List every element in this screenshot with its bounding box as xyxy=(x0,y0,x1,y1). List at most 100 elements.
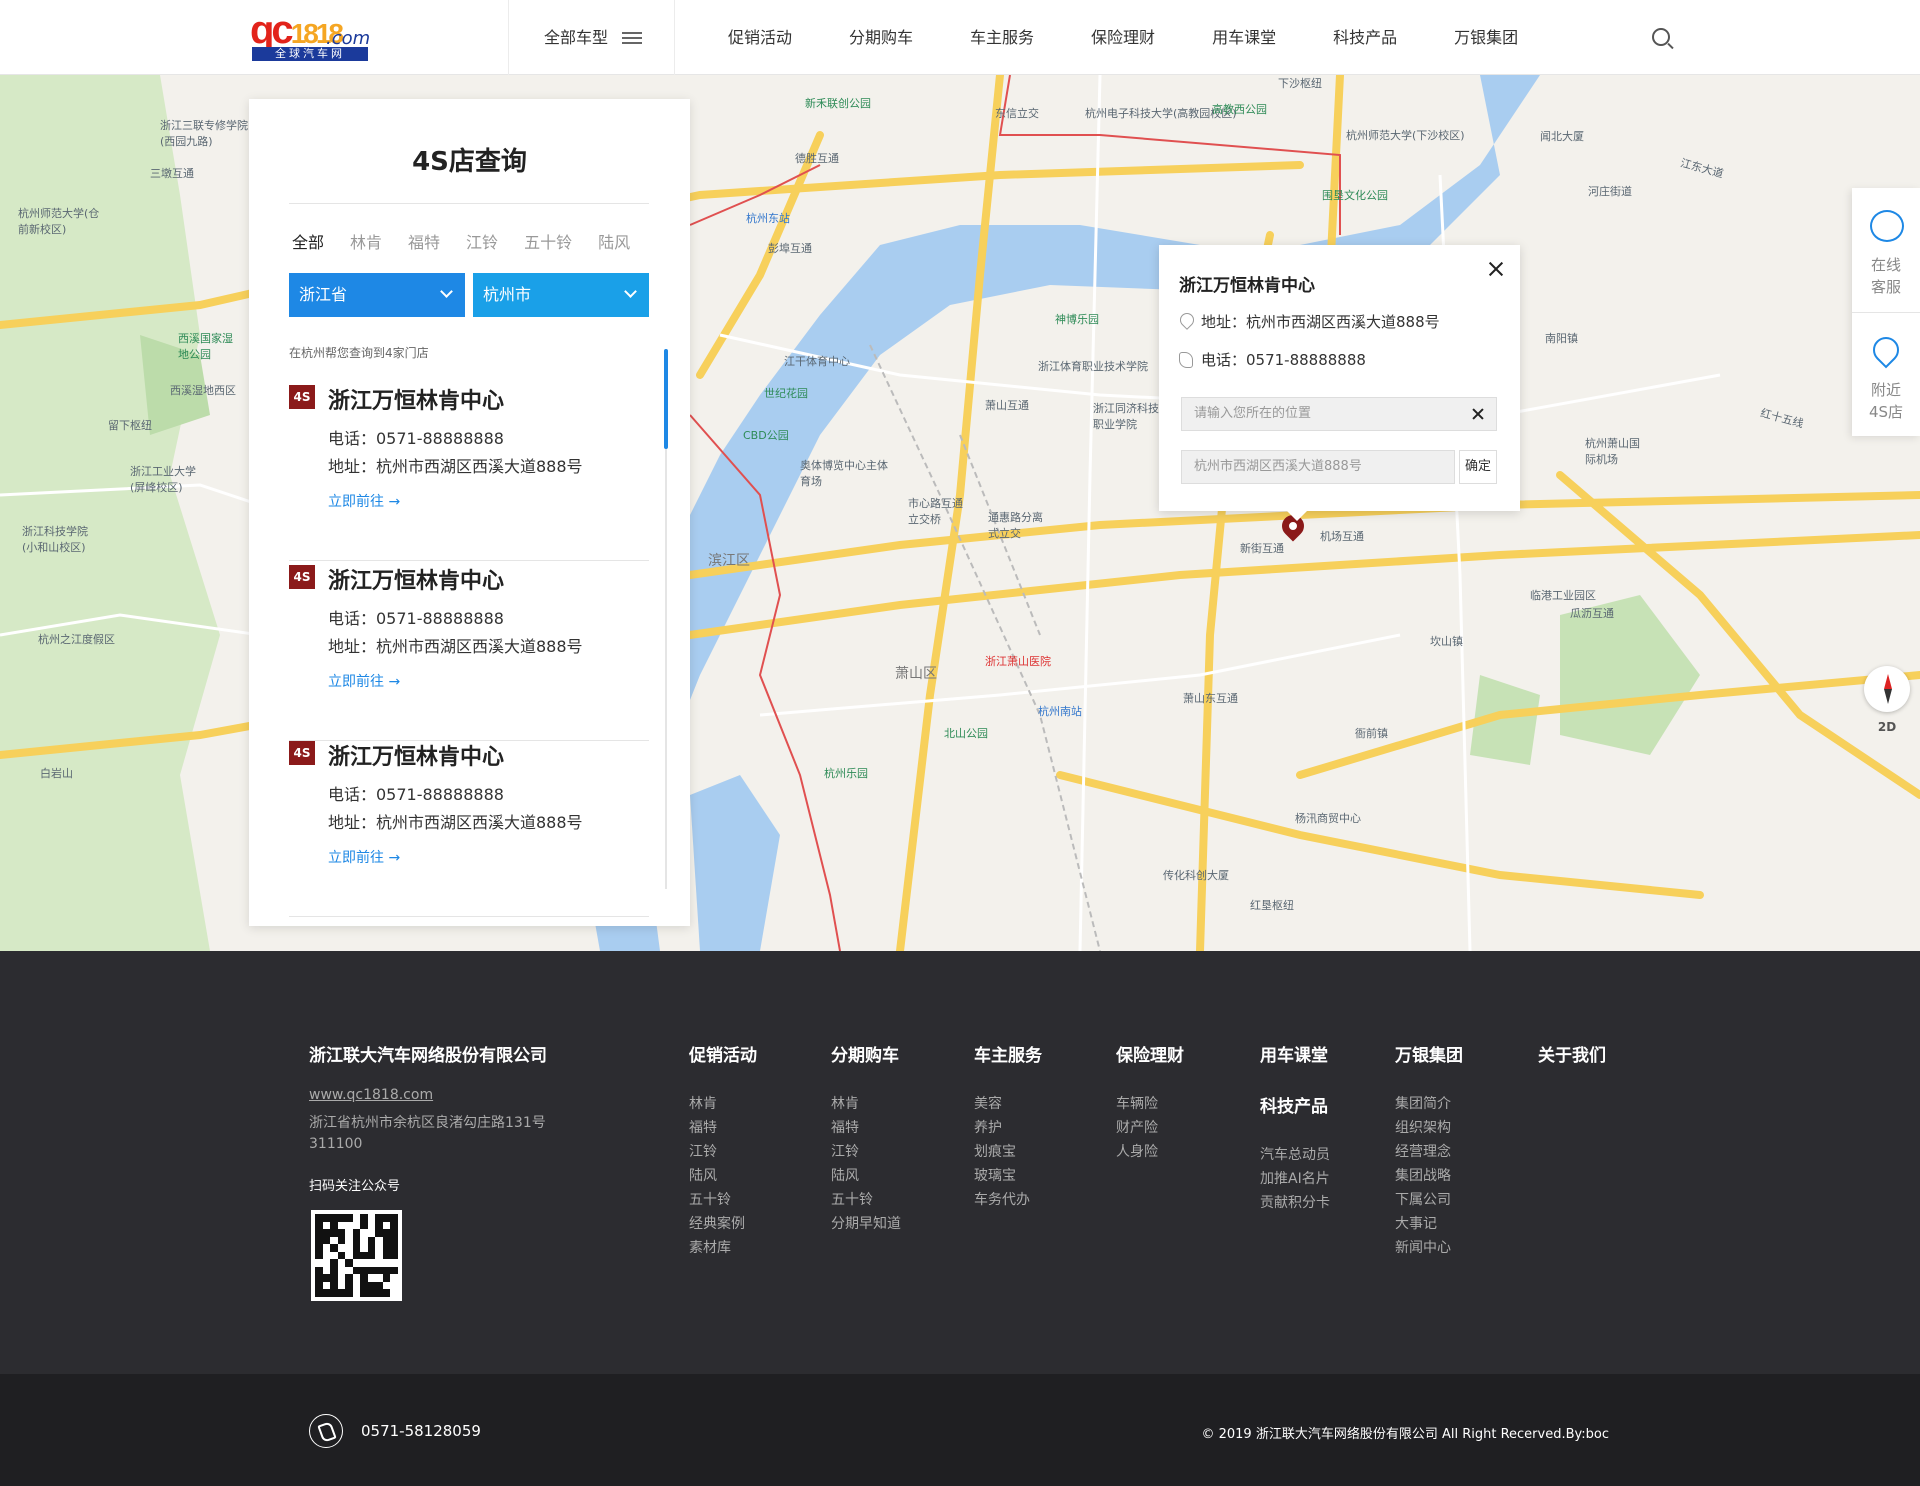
qr-module xyxy=(315,1266,323,1275)
footer-link[interactable]: 五十铃 xyxy=(689,1188,757,1212)
footer-link[interactable]: 经营理念 xyxy=(1395,1140,1463,1164)
qr-module xyxy=(315,1259,323,1267)
map-label: 西溪国家湿地公园 xyxy=(178,332,233,361)
footer-link[interactable]: 贡献积分卡 xyxy=(1260,1191,1330,1215)
footer-link[interactable]: 素材库 xyxy=(689,1236,757,1260)
nav-tech-products[interactable]: 科技产品 xyxy=(1333,0,1397,75)
footer-col-title: 车主服务 xyxy=(974,1046,1042,1066)
footer-link[interactable]: 大事记 xyxy=(1395,1212,1463,1236)
service-label-2: 客服 xyxy=(1870,278,1901,296)
city-select[interactable]: 杭州市 xyxy=(473,273,649,317)
4s-badge: 4S xyxy=(289,385,315,409)
footer-link[interactable]: 分期早知道 xyxy=(831,1212,901,1236)
clear-icon[interactable] xyxy=(1472,408,1484,420)
confirm-button[interactable]: 确定 xyxy=(1459,450,1497,484)
city-value: 杭州市 xyxy=(483,285,532,304)
footer-link[interactable]: 养护 xyxy=(974,1116,1042,1140)
footer-link[interactable]: 集团战略 xyxy=(1395,1164,1463,1188)
location-input[interactable]: 请输入您所在的位置 xyxy=(1181,397,1497,431)
qr-module xyxy=(367,1244,376,1252)
footer-link[interactable]: 车务代办 xyxy=(974,1188,1042,1212)
qr-module xyxy=(352,1236,361,1245)
nearby-4s-button[interactable]: 附近 4S店 xyxy=(1852,312,1920,436)
footer-link[interactable]: 组织架构 xyxy=(1395,1116,1463,1140)
map-label: 世纪花园 xyxy=(764,387,808,400)
footer-link[interactable]: 汽车总动员 xyxy=(1260,1143,1330,1167)
qr-module xyxy=(330,1266,338,1275)
footer-link[interactable]: 林肯 xyxy=(831,1092,901,1116)
footer-link[interactable]: 林肯 xyxy=(689,1092,757,1116)
qr-module xyxy=(390,1229,398,1237)
footer-link[interactable]: 福特 xyxy=(689,1116,757,1140)
footer-link[interactable]: 江铃 xyxy=(831,1140,901,1164)
brand-tab-lincoln[interactable]: 林肯 xyxy=(350,229,382,253)
qr-module xyxy=(337,1229,346,1237)
site-logo[interactable]: qc1818 .com 全球汽车网 xyxy=(250,10,370,62)
brand-tab-isuzu[interactable]: 五十铃 xyxy=(524,229,572,253)
footer-link[interactable]: 集团简介 xyxy=(1395,1092,1463,1116)
footer-link[interactable]: 经典案例 xyxy=(689,1212,757,1236)
store-list-item[interactable]: 4S 浙江万恒林肯中心 电话：0571-88888888 地址：杭州市西湖区西溪… xyxy=(289,739,649,917)
qr-module xyxy=(390,1274,398,1282)
footer-link[interactable]: 车辆险 xyxy=(1116,1092,1184,1116)
all-models-button[interactable]: 全部车型 xyxy=(544,0,643,75)
nav-owner-service[interactable]: 车主服务 xyxy=(970,0,1034,75)
destination-field[interactable]: 杭州市西湖区西溪大道888号 xyxy=(1181,450,1455,484)
store-list-item[interactable]: 4S 浙江万恒林肯中心 电话：0571-88888888 地址：杭州市西湖区西溪… xyxy=(289,383,649,561)
footer-link[interactable]: 福特 xyxy=(831,1116,901,1140)
nav-car-class[interactable]: 用车课堂 xyxy=(1212,0,1276,75)
footer-link[interactable]: 江铃 xyxy=(689,1140,757,1164)
footer-link[interactable]: 划痕宝 xyxy=(974,1140,1042,1164)
close-icon[interactable] xyxy=(1488,261,1504,277)
footer-link[interactable]: 加推AI名片 xyxy=(1260,1167,1330,1191)
qr-label: 扫码关注公众号 xyxy=(309,1179,401,1194)
scrollbar-thumb[interactable] xyxy=(664,349,668,449)
footer-link[interactable]: 新闻中心 xyxy=(1395,1236,1463,1260)
brand-tab-landwind[interactable]: 陆风 xyxy=(598,229,630,253)
footer-link[interactable]: 五十铃 xyxy=(831,1188,901,1212)
map-label: 杭州南站 xyxy=(1038,705,1082,718)
nav-wanyin-group[interactable]: 万银集团 xyxy=(1454,0,1518,75)
qr-module xyxy=(315,1214,323,1222)
qr-module xyxy=(353,1222,361,1230)
location-placeholder: 请输入您所在的位置 xyxy=(1194,406,1312,421)
go-now-link[interactable]: 立即前往 → xyxy=(328,491,400,511)
footer-link[interactable]: 人身险 xyxy=(1116,1140,1184,1164)
nav-installment[interactable]: 分期购车 xyxy=(849,0,913,75)
footer-url[interactable]: www.qc1818.com xyxy=(309,1087,433,1103)
brand-tab-ford[interactable]: 福特 xyxy=(408,229,440,253)
location-pin-icon xyxy=(1179,313,1193,331)
logo-subtitle: 全球汽车网 xyxy=(252,47,368,61)
main-nav: 促销活动 分期购车 车主服务 保险理财 用车课堂 科技产品 万银集团 xyxy=(728,0,1575,75)
go-now-link[interactable]: 立即前往 → xyxy=(328,671,400,691)
footer-link[interactable]: 陆风 xyxy=(831,1164,901,1188)
footer-link[interactable]: 玻璃宝 xyxy=(974,1164,1042,1188)
nav-promotions[interactable]: 促销活动 xyxy=(728,0,792,75)
store-search-panel: 4S店查询 全部 林肯 福特 江铃 五十铃 陆风 浙江省 杭州市 在杭州帮您查询… xyxy=(249,99,690,926)
result-count-hint: 在杭州帮您查询到4家门店 xyxy=(289,346,429,360)
footer-col-title[interactable]: 关于我们 xyxy=(1538,1041,1606,1066)
qr-module xyxy=(390,1282,398,1290)
brand-tab-jmc[interactable]: 江铃 xyxy=(466,229,498,253)
map-mode-toggle[interactable]: 2D xyxy=(1870,720,1904,740)
online-service-button[interactable]: 在线 客服 xyxy=(1852,188,1920,312)
footer-link[interactable]: 财产险 xyxy=(1116,1116,1184,1140)
province-select[interactable]: 浙江省 xyxy=(289,273,465,317)
qr-module xyxy=(368,1229,376,1237)
nav-insurance[interactable]: 保险理财 xyxy=(1091,0,1155,75)
qr-module xyxy=(322,1236,331,1245)
map-label: 德胜互通 xyxy=(795,152,839,165)
compass-icon[interactable] xyxy=(1864,666,1910,712)
store-list-item[interactable]: 4S 浙江万恒林肯中心 电话：0571-88888888 地址：杭州市西湖区西溪… xyxy=(289,563,649,741)
go-now-link[interactable]: 立即前往 → xyxy=(328,847,400,867)
footer-link[interactable]: 美容 xyxy=(974,1092,1042,1116)
footer-link[interactable]: 下属公司 xyxy=(1395,1188,1463,1212)
side-tools: 在线 客服 附近 4S店 xyxy=(1852,188,1920,436)
brand-tab-all[interactable]: 全部 xyxy=(292,229,324,253)
copyright-text: © 2019 浙江联大汽车网络股份有限公司 All Right Recerved… xyxy=(1201,1427,1609,1442)
footer-link[interactable]: 陆风 xyxy=(689,1164,757,1188)
qr-module xyxy=(382,1244,391,1252)
qr-module xyxy=(368,1259,376,1267)
search-icon[interactable] xyxy=(1652,28,1670,46)
map-label: 通惠路分离式立交 xyxy=(988,511,1043,540)
